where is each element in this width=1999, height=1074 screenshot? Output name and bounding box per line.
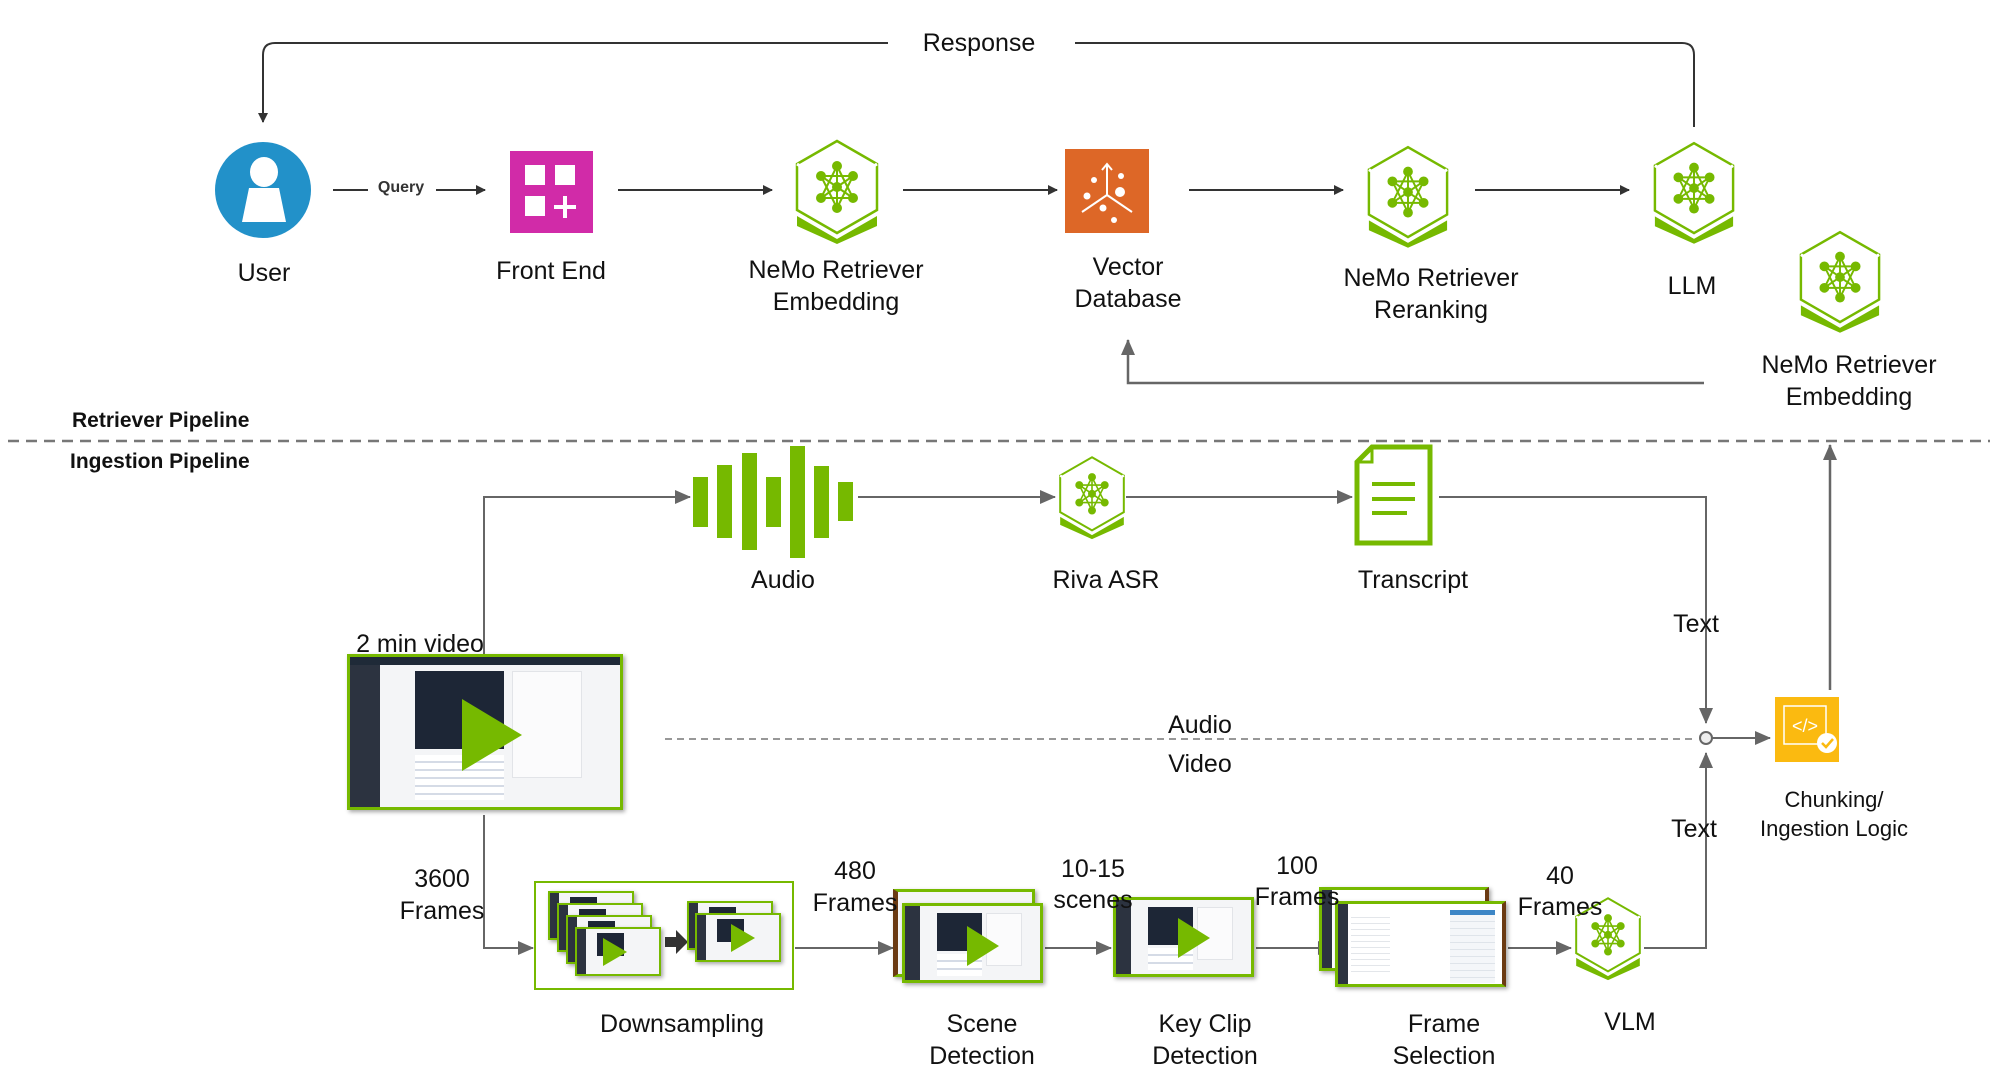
reranking-label-line1: NeMo Retriever	[1343, 264, 1519, 292]
audio-waveform-icon	[693, 446, 853, 558]
embedding-label-line1: NeMo Retriever	[748, 256, 924, 284]
frames-3600-unit: Frames	[399, 897, 485, 925]
frames-3600-count: 3600	[414, 865, 470, 893]
frame-stack-item	[575, 927, 661, 976]
frames-480-count: 480	[834, 857, 876, 885]
scene-detection-line2: Detection	[929, 1042, 1035, 1070]
frames-100-unit: Frames	[1254, 883, 1340, 911]
arrow-video-to-audio	[483, 490, 691, 660]
key-clip-line2: Detection	[1152, 1042, 1258, 1070]
play-icon	[462, 699, 522, 771]
chunking-label-line2: Ingestion Logic	[1760, 816, 1908, 841]
transcript-document-icon	[1354, 444, 1433, 546]
frames-100-count: 100	[1276, 852, 1318, 880]
ingest-embedding-nim-icon	[1799, 230, 1881, 333]
embedding-nim-icon	[795, 139, 879, 244]
vector-database-icon	[1065, 149, 1149, 233]
reranking-label-line2: Reranking	[1374, 296, 1488, 324]
selected-frame-front	[1335, 901, 1506, 987]
response-label: Response	[922, 29, 1036, 57]
app-grid-icon	[510, 151, 593, 233]
user-label: User	[237, 259, 291, 287]
split-video-label: Video	[1168, 750, 1232, 778]
frame-selection-line2: Selection	[1392, 1042, 1496, 1070]
arrow-transcript-to-junction	[1439, 496, 1713, 724]
scenes-count: 10-15	[1061, 855, 1125, 883]
riva-asr-nim-icon	[1058, 456, 1126, 540]
arrow-embedding-to-vectordb	[1121, 339, 1704, 385]
riva-asr-label: Riva ASR	[1052, 566, 1160, 594]
ingest-embedding-label-line2: Embedding	[1785, 383, 1913, 411]
frames-40-unit: Frames	[1517, 893, 1603, 921]
query-label: Query	[377, 179, 425, 196]
video-title-label: 2 min video	[356, 630, 484, 658]
scene-frame-front	[902, 903, 1043, 983]
play-icon	[967, 926, 999, 966]
ingestion-pipeline-label: Ingestion Pipeline	[70, 450, 250, 473]
downsampling-label: Downsampling	[600, 1010, 764, 1038]
llm-nim-icon	[1653, 141, 1735, 244]
play-icon	[731, 924, 755, 952]
llm-label: LLM	[1667, 272, 1717, 300]
transcript-label: Transcript	[1357, 566, 1469, 594]
play-icon	[603, 938, 627, 966]
front-end-label: Front End	[496, 257, 606, 285]
vlm-label: VLM	[1604, 1008, 1656, 1036]
key-clip-line1: Key Clip	[1158, 1010, 1252, 1038]
text-label-upper: Text	[1673, 610, 1719, 638]
text-label-lower: Text	[1671, 815, 1717, 843]
video-thumbnail	[347, 654, 623, 810]
split-audio-label: Audio	[1168, 711, 1232, 739]
chunking-code-icon: </>	[1775, 697, 1839, 762]
reranking-nim-icon	[1367, 145, 1449, 248]
key-clip-frame	[1113, 897, 1254, 977]
vector-db-label-line2: Database	[1074, 285, 1182, 313]
frame-selection-line1: Frame	[1407, 1010, 1481, 1038]
user-icon	[215, 142, 311, 238]
frame-stack-item	[695, 913, 781, 962]
ingest-embedding-label-line1: NeMo Retriever	[1761, 351, 1937, 379]
scene-detection-line1: Scene	[946, 1010, 1018, 1038]
chunking-label-line1: Chunking/	[1784, 787, 1884, 812]
vector-db-label-line1: Vector	[1092, 253, 1164, 281]
play-icon	[1178, 918, 1210, 958]
frames-40-count: 40	[1546, 862, 1574, 890]
retriever-pipeline-label: Retriever Pipeline	[72, 409, 250, 432]
embedding-label-line2: Embedding	[772, 288, 900, 316]
frames-480-unit: Frames	[812, 889, 898, 917]
scenes-unit: scenes	[1053, 886, 1133, 914]
downsample-arrow-icon	[665, 930, 688, 954]
audio-label: Audio	[751, 566, 815, 594]
merge-junction	[1699, 731, 1713, 745]
svg-text:</>: </>	[1792, 716, 1818, 736]
arrow-video-to-downsampling	[483, 815, 534, 955]
arrow-vlm-to-junction	[1644, 752, 1713, 949]
